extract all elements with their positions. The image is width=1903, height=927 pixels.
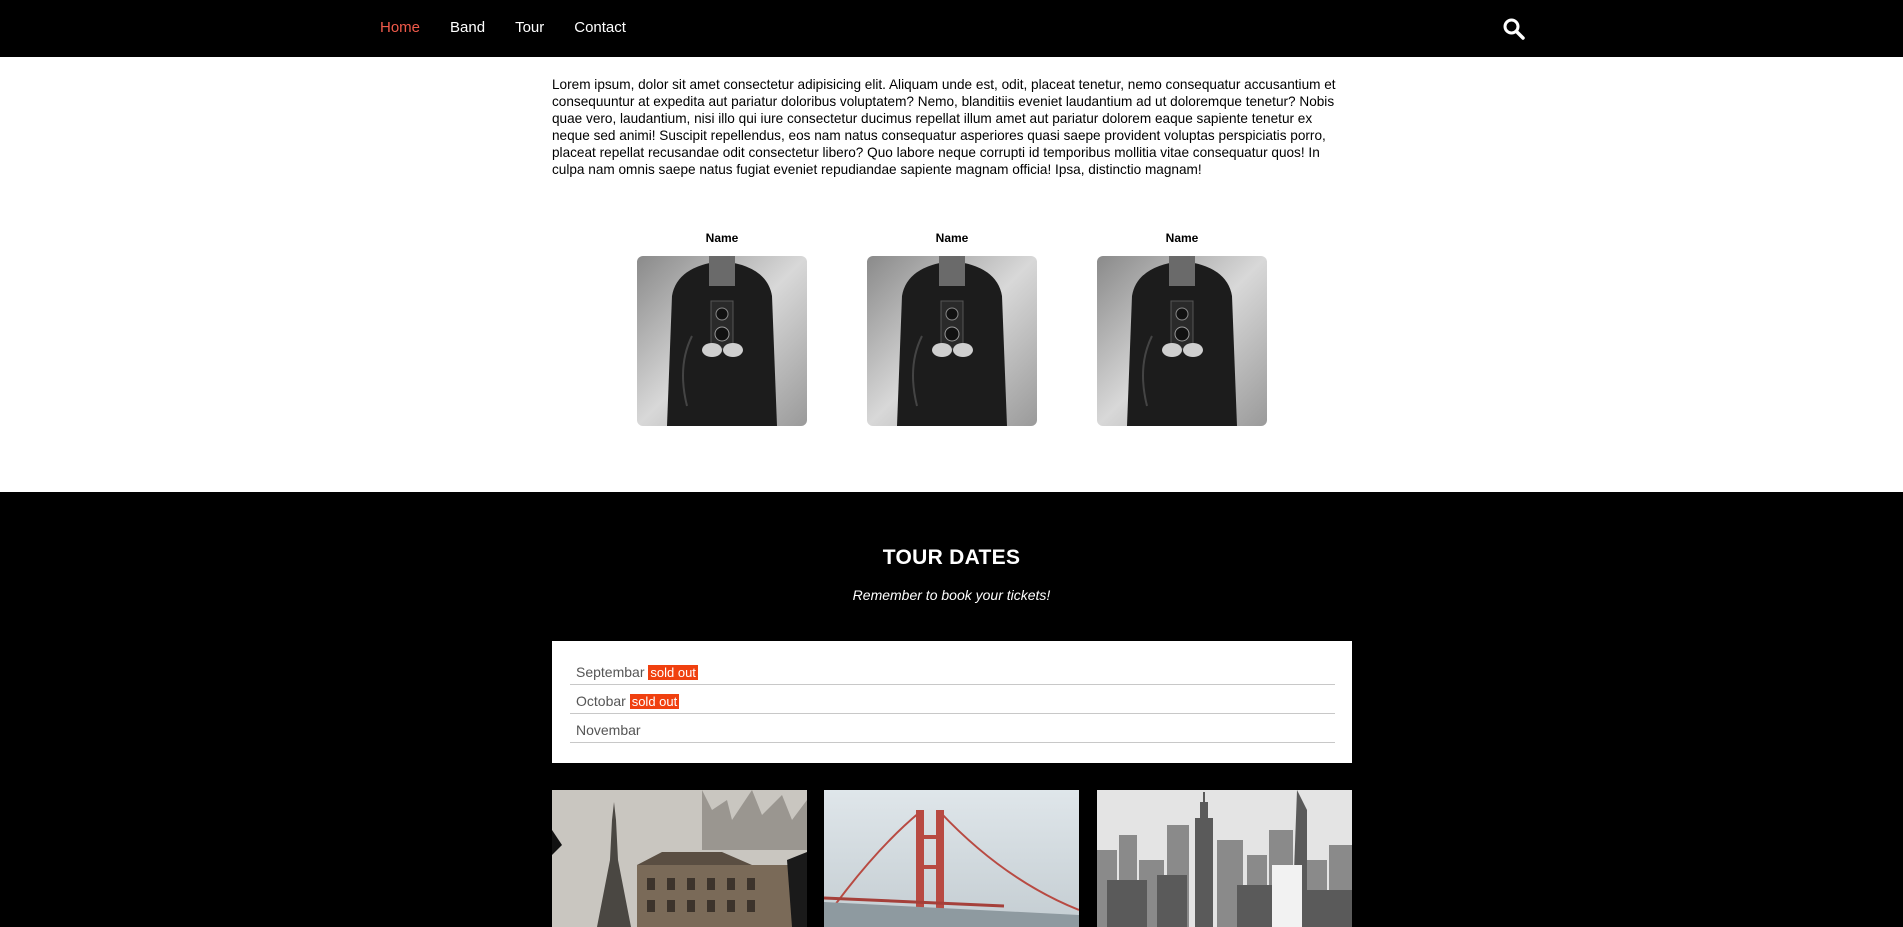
band-member-card: Name bbox=[637, 226, 807, 426]
city-photo-paris bbox=[552, 790, 807, 927]
nav-links: Home Band Tour Contact bbox=[380, 19, 656, 36]
sold-out-badge: sold out bbox=[648, 665, 698, 680]
tour-month: Octobar bbox=[576, 693, 626, 709]
tour-date-row: Septembar sold out bbox=[570, 657, 1335, 685]
member-photo bbox=[867, 256, 1037, 426]
nav-link-tour[interactable]: Tour bbox=[515, 19, 544, 36]
tour-date-row: Novembar bbox=[570, 715, 1335, 743]
sold-out-badge: sold out bbox=[629, 694, 680, 709]
tour-title: TOUR DATES bbox=[882, 546, 1021, 569]
intro-paragraph: Lorem ipsum, dolor sit amet consectetur … bbox=[552, 77, 1336, 177]
member-photo bbox=[1097, 256, 1267, 426]
tour-section: TOUR DATES Remember to book your tickets… bbox=[0, 492, 1903, 927]
member-photo bbox=[637, 256, 807, 426]
tour-date-row: Octobar sold out bbox=[570, 686, 1335, 714]
search-icon[interactable] bbox=[1502, 17, 1526, 41]
tour-dates-list: Septembar sold out Octobar sold out Nove… bbox=[552, 641, 1352, 763]
member-name: Name bbox=[1165, 231, 1199, 245]
nav-link-contact[interactable]: Contact bbox=[574, 19, 626, 36]
tour-month: Novembar bbox=[576, 722, 641, 738]
member-name: Name bbox=[705, 231, 739, 245]
city-photo-san-francisco bbox=[824, 790, 1079, 927]
nav-link-home[interactable]: Home bbox=[380, 19, 420, 36]
tour-subtitle: Remember to book your tickets! bbox=[852, 587, 1051, 603]
band-member-card: Name bbox=[867, 226, 1037, 426]
tour-month: Septembar bbox=[576, 664, 645, 680]
nav-link-band[interactable]: Band bbox=[450, 19, 485, 36]
band-member-card: Name bbox=[1097, 226, 1267, 426]
top-navigation-bar: Home Band Tour Contact bbox=[0, 0, 1903, 57]
city-photo-new-york bbox=[1097, 790, 1352, 927]
member-name: Name bbox=[935, 231, 969, 245]
